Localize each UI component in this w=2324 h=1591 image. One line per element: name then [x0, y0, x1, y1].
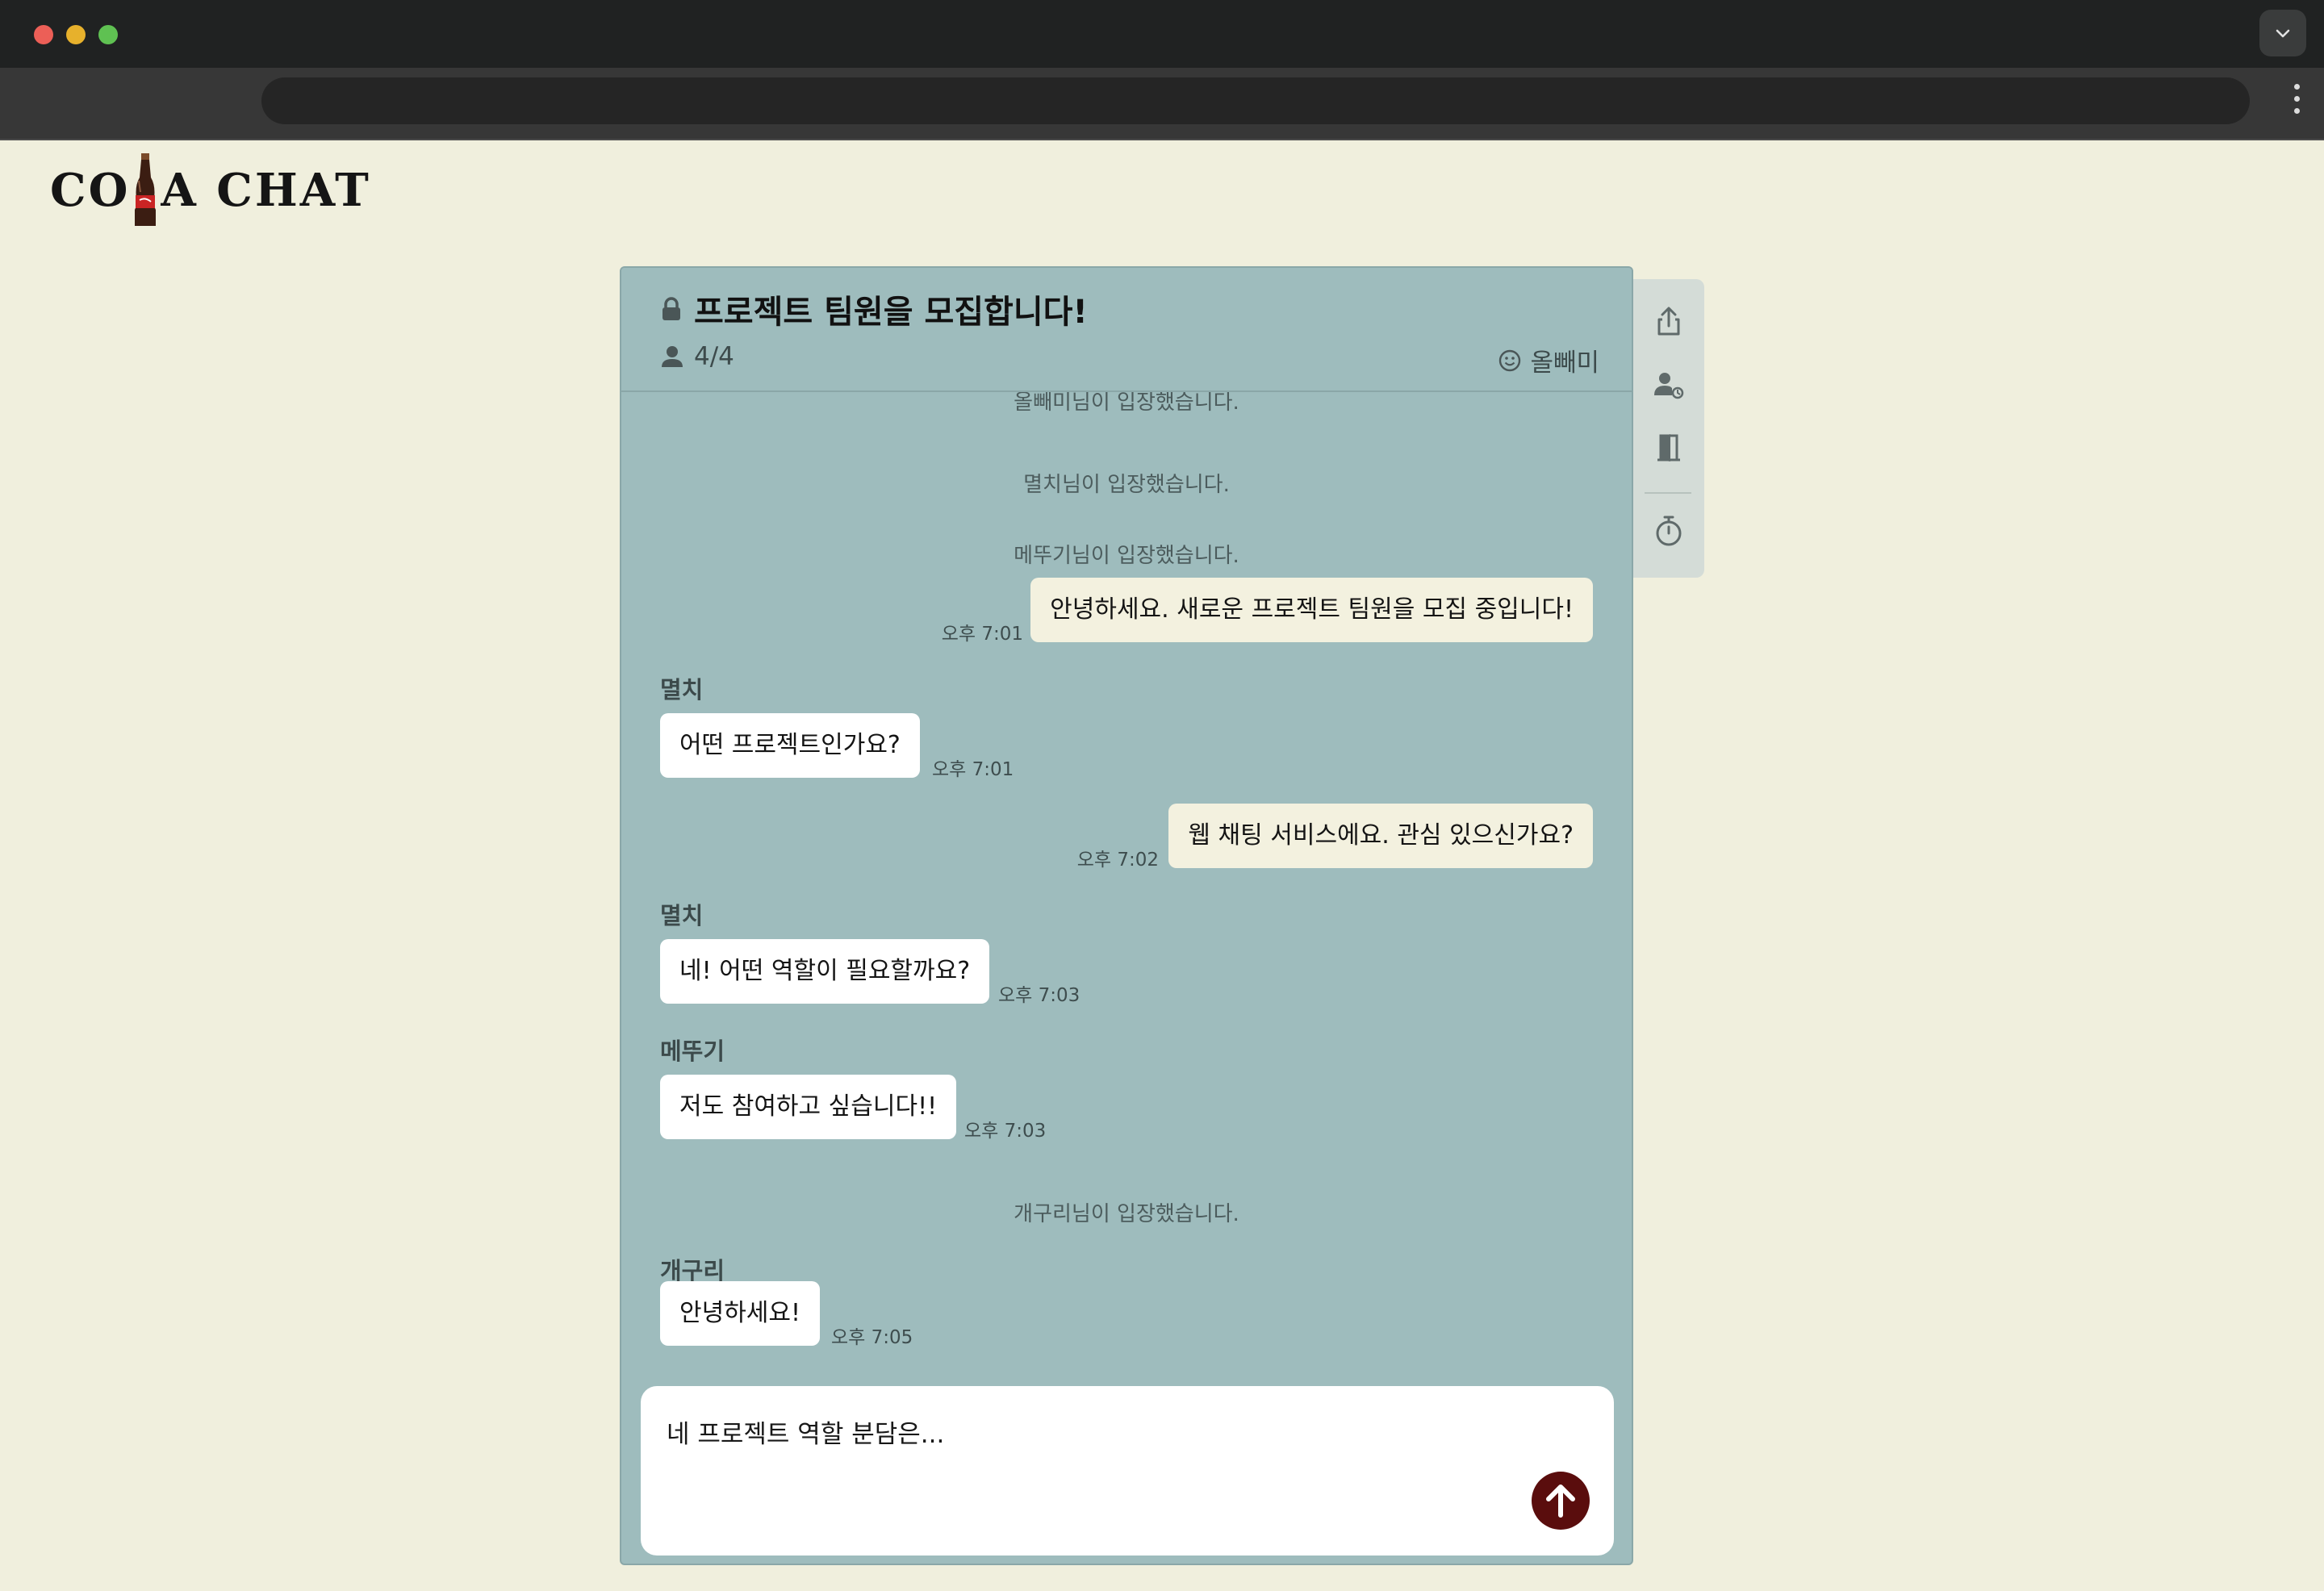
message-bubble: 안녕하세요!: [660, 1281, 821, 1346]
chevron-down-icon: [2276, 29, 2290, 38]
system-message: 멸치님이 입장했습니다.: [1023, 473, 1230, 497]
minimize-window-button[interactable]: [66, 25, 86, 44]
browser-menu-icon[interactable]: [2292, 84, 2301, 119]
message-time: 오후 7:02: [1076, 850, 1159, 871]
sender-name: 멸치: [660, 902, 704, 929]
share-button[interactable]: [1651, 303, 1687, 339]
room-title: 프로젝트 팀원을 모집합니다!: [660, 286, 1088, 332]
change-host-icon: [1654, 373, 1684, 399]
exit-room-icon: [1657, 434, 1680, 461]
change-host-button[interactable]: [1651, 368, 1687, 403]
sender-name: 멸치: [660, 676, 704, 704]
person-icon: [662, 346, 683, 367]
maximize-window-button[interactable]: [98, 25, 118, 44]
message-bubble: 네! 어떤 역할이 필요할까요?: [660, 939, 990, 1004]
action-divider: [1645, 492, 1691, 494]
browser-titlebar: [0, 0, 2324, 68]
message-bubble: 저도 참여하고 싶습니다!!: [660, 1075, 957, 1139]
address-bar[interactable]: [261, 77, 2250, 124]
browser-toolbar: [0, 68, 2324, 140]
member-count-text: 4/4: [694, 342, 734, 371]
system-message: 개구리님이 입장했습니다.: [1014, 1202, 1239, 1226]
close-window-button[interactable]: [34, 25, 53, 44]
send-button[interactable]: [1532, 1472, 1590, 1530]
smile-icon: [1499, 349, 1521, 371]
timer-icon: [1656, 516, 1682, 546]
message-input[interactable]: 네 프로젝트 역할 분담은...: [641, 1386, 1614, 1556]
message-time: 오후 7:03: [964, 1121, 1047, 1142]
room-action-bar: [1633, 279, 1704, 578]
lock-icon: [663, 297, 680, 320]
message-time: 오후 7:03: [998, 985, 1080, 1006]
system-message: 메뚜기님이 입장했습니다.: [1014, 544, 1239, 568]
sender-name: 메뚜기: [660, 1038, 725, 1065]
message-input-value[interactable]: 네 프로젝트 역할 분담은...: [667, 1414, 944, 1450]
message-time: 오후 7:01: [932, 759, 1014, 780]
my-message-bubble: 안녕하세요. 새로운 프로젝트 팀원을 모집 중입니다!: [1030, 578, 1593, 642]
tab-search-button[interactable]: [2259, 10, 2306, 56]
app-logo[interactable]: CO A CHAT: [50, 150, 371, 231]
room-host: 올빼미: [1498, 342, 1599, 378]
logo-text-end: A CHAT: [161, 164, 371, 217]
share-icon: [1657, 307, 1680, 336]
logo-text-start: CO: [50, 164, 131, 217]
cola-bottle-icon: [135, 153, 157, 226]
host-name: 올빼미: [1530, 349, 1599, 378]
exit-room-button[interactable]: [1651, 429, 1687, 465]
my-message-bubble: 웹 채팅 서비스에요. 관심 있으신가요?: [1168, 804, 1593, 868]
message-time: 오후 7:01: [941, 624, 1023, 645]
member-count: 4/4: [660, 342, 734, 371]
arrow-up-icon: [1546, 1485, 1575, 1518]
chat-room-panel: 프로젝트 팀원을 모집합니다! 4/4 올빼미 올빼미님이 입장했습니다. 멸치…: [620, 266, 1633, 1565]
chat-header: 프로젝트 팀원을 모집합니다! 4/4 올빼미: [621, 268, 1632, 392]
message-time: 오후 7:05: [831, 1327, 913, 1348]
timer-button[interactable]: [1651, 513, 1687, 549]
room-title-text: 프로젝트 팀원을 모집합니다!: [694, 294, 1088, 331]
message-bubble: 어떤 프로젝트인가요?: [660, 713, 920, 778]
